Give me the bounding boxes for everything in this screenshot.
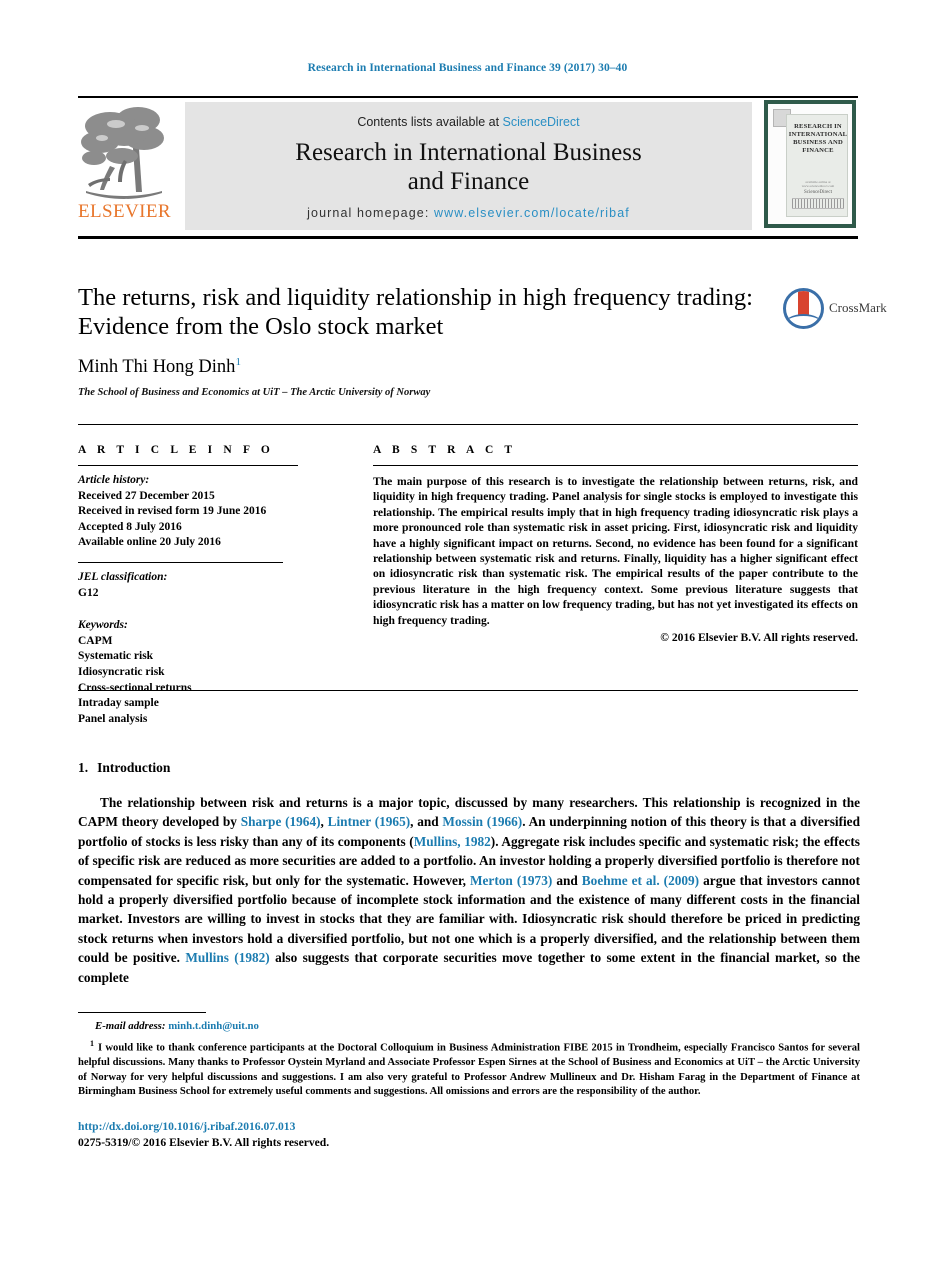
elsevier-wordmark: ELSEVIER <box>78 201 171 222</box>
article-info-rule <box>78 465 298 466</box>
cover-title-line-4: FINANCE <box>802 147 834 154</box>
author-affiliation: The School of Business and Economics at … <box>78 387 431 398</box>
keyword-item: Cross-sectional returns <box>78 681 192 694</box>
citation-link[interactable]: Merton (1973) <box>470 873 552 888</box>
title-block: The returns, risk and liquidity relation… <box>78 283 778 341</box>
article-history-item: Received 27 December 2015 <box>78 489 215 502</box>
citation-link[interactable]: Mullins, 1982 <box>414 834 491 849</box>
citation-link[interactable]: Mullins (1982) <box>185 950 269 965</box>
footnote-text: I would like to thank conference partici… <box>78 1042 860 1098</box>
citation-link[interactable]: Sharpe (1964) <box>241 814 321 829</box>
crossmark-logo[interactable]: CrossMark <box>783 288 887 330</box>
homepage-prefix: journal homepage: <box>307 206 434 220</box>
keyword-item: Idiosyncratic risk <box>78 665 165 678</box>
cover-title-line-3: BUSINESS AND <box>793 139 843 146</box>
keywords-label: Keywords: <box>78 619 128 632</box>
keyword-item: Systematic risk <box>78 650 154 663</box>
sciencedirect-link[interactable]: ScienceDirect <box>503 115 580 129</box>
abstract-copyright: © 2016 Elsevier B.V. All rights reserved… <box>660 631 858 645</box>
cover-title-line-2: INTERNATIONAL <box>788 131 848 138</box>
crossmark-label: CrossMark <box>829 300 887 315</box>
article-info-column: A R T I C L E I N F O Article history: R… <box>78 444 298 727</box>
cover-footer: available online at www.sciencedirect.co… <box>792 180 844 209</box>
doi-link[interactable]: http://dx.doi.org/10.1016/j.ribaf.2016.0… <box>78 1120 295 1133</box>
section-number: 1. <box>78 760 89 775</box>
article-history-group: Article history: Received 27 December 20… <box>78 473 298 551</box>
introduction-paragraph: The relationship between risk and return… <box>78 795 861 985</box>
masthead-bottom-rule <box>78 236 858 239</box>
journal-masthead: ELSEVIER Contents lists available at Sci… <box>78 96 858 232</box>
footnote-marker: 1 <box>90 1039 94 1048</box>
title-bottom-rule <box>78 424 858 425</box>
citation-link[interactable]: Lintner (1965) <box>328 814 411 829</box>
journal-cover-thumbnail: RESEARCH IN INTERNATIONAL BUSINESS AND F… <box>764 100 856 228</box>
author-label: Minh Thi Hong Dinh <box>78 357 236 378</box>
article-info-divider <box>78 561 283 563</box>
email-label: E-mail address: <box>95 1020 166 1032</box>
cover-title-text: RESEARCH IN INTERNATIONAL BUSINESS AND F… <box>787 123 849 155</box>
section-heading-introduction: 1. Introduction <box>78 760 170 776</box>
section-label: Introduction <box>97 760 171 775</box>
introduction-body: The relationship between risk and return… <box>78 793 860 987</box>
article-history-item: Available online 20 July 2016 <box>78 536 221 549</box>
email-footnote: E-mail address: minh.t.dinh@uit.no <box>95 1020 259 1032</box>
abstract-bottom-rule <box>78 690 858 691</box>
cover-title-line-1: RESEARCH IN <box>794 123 842 130</box>
author-footnote-marker[interactable]: 1 <box>235 356 241 368</box>
article-history-item: Accepted 8 July 2016 <box>78 520 182 533</box>
elsevier-logo: ELSEVIER <box>78 104 171 230</box>
journal-homepage-link[interactable]: www.elsevier.com/locate/ribaf <box>434 206 630 220</box>
cover-footer-tiny-text: available online at www.sciencedirect.co… <box>801 180 835 188</box>
jel-code: G12 <box>78 586 99 599</box>
cover-title-box: RESEARCH IN INTERNATIONAL BUSINESS AND F… <box>786 114 848 217</box>
journal-homepage-line: journal homepage: www.elsevier.com/locat… <box>185 206 752 220</box>
keyword-item: Panel analysis <box>78 712 148 725</box>
article-history-item: Received in revised form 19 June 2016 <box>78 505 267 518</box>
abstract-text: The main purpose of this research is to … <box>373 475 858 627</box>
issn-copyright: 0275-5319/© 2016 Elsevier B.V. All right… <box>78 1136 330 1149</box>
running-head: Research in International Business and F… <box>307 62 628 74</box>
elsevier-tree-icon <box>81 107 164 199</box>
cover-inner: RESEARCH IN INTERNATIONAL BUSINESS AND F… <box>768 104 852 224</box>
footnote-rule <box>78 1012 206 1014</box>
contents-prefix: Contents lists available at <box>357 115 503 129</box>
abstract-column: A B S T R A C T The main purpose of this… <box>373 444 858 644</box>
crossmark-badge-icon <box>783 288 824 329</box>
abstract-rule <box>373 465 858 466</box>
article-history-label: Article history: <box>78 474 150 486</box>
author-footnote: 1I would like to thank conference partic… <box>78 1037 860 1100</box>
cover-sciencedirect-mark: ScienceDirect <box>803 190 833 195</box>
keyword-item: CAPM <box>78 634 113 647</box>
journal-title-line-2: and Finance <box>407 168 530 195</box>
article-info-heading: A R T I C L E I N F O <box>78 444 274 456</box>
cover-barcode <box>792 198 844 209</box>
page-title: The returns, risk and liquidity relation… <box>78 284 753 340</box>
jel-label: JEL classification: <box>78 570 168 583</box>
jel-group: JEL classification: G12 <box>78 570 298 601</box>
citation-link[interactable]: Mossin (1966) <box>442 814 522 829</box>
citation-link[interactable]: Boehme et al. (2009) <box>582 873 699 888</box>
contents-available-line: Contents lists available at ScienceDirec… <box>185 115 752 129</box>
author-name: Minh Thi Hong Dinh1 <box>78 356 241 378</box>
journal-banner: Contents lists available at ScienceDirec… <box>185 102 752 230</box>
crossmark-arc <box>786 314 821 326</box>
paper-page: Research in International Business and F… <box>0 0 935 1266</box>
email-link[interactable]: minh.t.dinh@uit.no <box>168 1020 259 1032</box>
keywords-group: Keywords: CAPM Systematic risk Idiosyncr… <box>78 618 298 727</box>
keyword-item: Intraday sample <box>78 697 159 710</box>
journal-title: Research in International Business and F… <box>185 138 752 196</box>
abstract-heading: A B S T R A C T <box>373 444 517 456</box>
journal-title-line-1: Research in International Business <box>295 139 642 166</box>
